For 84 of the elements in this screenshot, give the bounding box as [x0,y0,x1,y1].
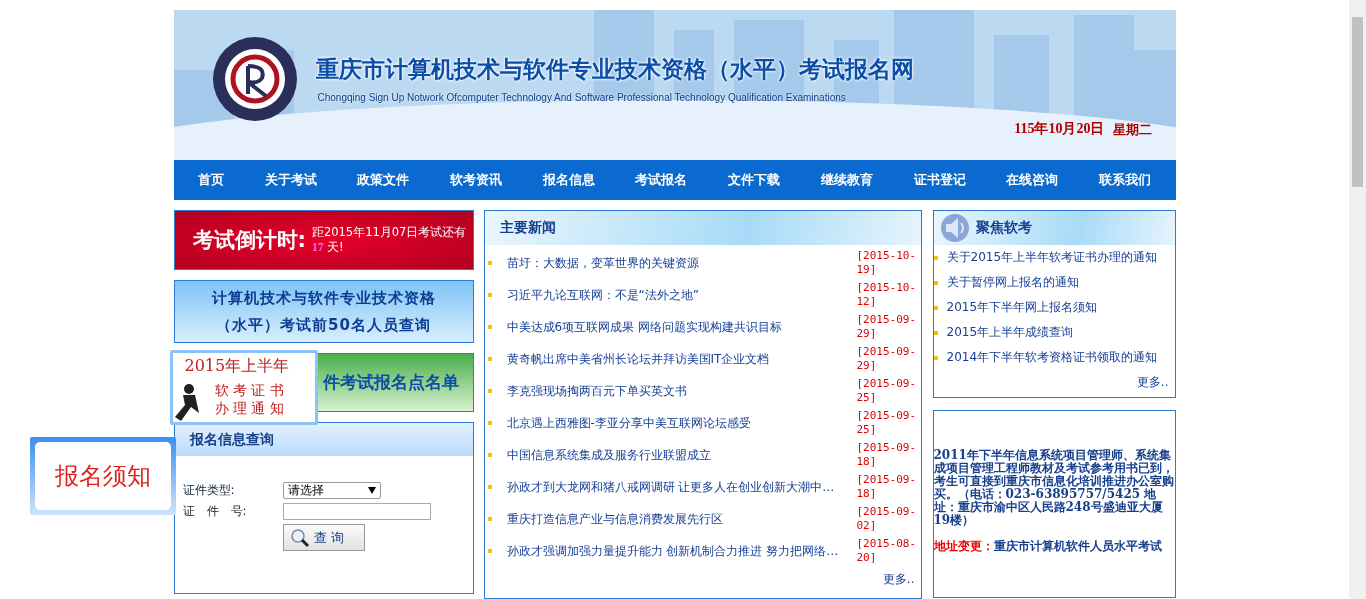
banner-text: 计算机技术与软件专业技术资格 [211,288,436,308]
notice-float-text: 报名须知 [54,461,151,492]
id-number-field[interactable] [282,503,431,520]
nav-link[interactable]: 继续教育 [814,167,879,193]
news-date: [2015-09-18] [856,441,918,469]
focus-link[interactable]: 关于暂停网上报名的通知 [946,274,1079,291]
bullet-icon [933,305,938,310]
ad-text: 软 考 证 书 [214,382,284,400]
speaker-icon [939,213,970,243]
news-link[interactable]: 北京遇上西雅图-李亚分享中美互联网论坛感受 [506,415,751,430]
focus-link[interactable]: 2015年下半年网上报名须知 [946,299,1098,316]
panel-title: 主要新闻 [499,219,556,237]
id-type-select[interactable]: 请选择 [282,482,381,499]
news-date: [2015-09-02] [856,505,918,533]
bullet-icon [487,421,492,425]
nav-link[interactable]: 证书登记 [907,167,972,193]
more-link[interactable]: 更多.. [1136,374,1169,391]
site-subtitle: Chongqing Sign Up Notwork Ofcomputer Technology And Software Professional Technology Qualification Examinations [317,92,846,103]
countdown-text: 距2015年11月07日考试还有 17 天! [311,225,468,255]
nav-link[interactable]: 文件下载 [722,167,787,193]
nav-link[interactable]: 在线咨询 [1000,167,1065,193]
bullet-icon [487,293,492,297]
address-change-text: 重庆市计算机软件人员水平考试 [993,539,1162,553]
nav-link[interactable]: 联系我们 [1093,167,1158,193]
news-link[interactable]: 孙政才强调加强力量提升能力 创新机制合力推进 努力把网络… [506,543,839,558]
news-date: [2015-08-20] [856,537,918,565]
news-link[interactable]: 中美达成6项互联网成果 网络问题实现构建共识目标 [506,319,782,334]
focus-link[interactable]: 2015年上半年成绩查询 [946,324,1074,341]
bullet-icon [487,453,492,457]
banner-text: （水平）考试前50名人员查询 [216,315,431,335]
news-link[interactable]: 孙政才到大龙网和猪八戒网调研 让更多人在创业创新大潮中… [506,479,835,494]
news-link[interactable]: 中国信息系统集成及服务行业联盟成立 [506,447,711,462]
certificate-notice-popup[interactable]: 2015年上半年 软 考 证 书 办 理 通 知 [169,350,318,425]
panel-title: 聚焦软考 [975,219,1032,237]
bullet-icon [487,549,492,553]
news-date: [2015-10-12] [856,281,918,309]
nav-link[interactable]: 软考资讯 [444,167,508,193]
news-date: [2015-09-25] [856,409,918,437]
news-date: [2015-09-25] [856,377,918,405]
site-title: 重庆市计算机技术与软件专业技术资格（水平）考试报名网 [315,55,914,84]
more-link[interactable]: 更多.. [882,571,915,588]
bullet-icon [487,389,492,393]
news-date: [2015-09-29] [856,345,918,373]
nav-link[interactable]: 关于考试 [258,167,323,193]
bullet-icon [487,261,492,265]
news-link[interactable]: 重庆打造信息产业与信息消费发展先行区 [506,511,723,526]
countdown-title: 考试倒计时: [192,227,306,254]
top50-query-banner[interactable]: 计算机技术与软件专业技术资格 （水平）考试前50名人员查询 [173,280,474,343]
caret-icon [367,487,376,494]
search-icon [289,527,310,548]
ad-text: 2015年上半年 [184,356,290,377]
news-link[interactable]: 习近平九论互联网：不是“法外之地” [506,287,699,302]
focus-link[interactable]: 2014年下半年软考资格证书领取的通知 [946,349,1158,366]
id-number-label: 证 件 号: [181,503,248,520]
panel-title: 报名信息查询 [189,430,274,449]
notice-text: 2011年下半年信息系统项目管理师、系统集成项目管理工程师教材及考试参考用书已到，考生可直接到重庆市信息化培训推进办公室购买。（电话：023-63895757/5425 地址：重庆市渝中区人民路248号盛迪亚大厦19楼） [933,449,1175,527]
bullet-icon [487,517,492,521]
date-text: 115年10月20日 [1014,120,1105,138]
news-date: [2015-09-18] [856,473,918,501]
ad-text: 办 理 通 知 [214,400,284,418]
bullet-icon [487,325,492,329]
bullet-icon [933,355,938,360]
news-link[interactable]: 黄奇帆出席中美省州长论坛并拜访美国IT企业文档 [506,351,770,366]
id-type-label: 证件类型: [181,482,236,499]
bullet-icon [933,280,938,285]
focus-link[interactable]: 关于2015年上半年软考证书办理的通知 [946,249,1158,266]
scrollbar[interactable] [1349,0,1366,599]
nav-link[interactable]: 考试报名 [629,167,694,193]
news-link[interactable]: 李克强现场掏两百元下单买英文书 [506,383,687,398]
nav-link[interactable]: 政策文件 [351,167,416,193]
bullet-icon [933,330,938,335]
logo-icon [211,36,298,122]
nav-link[interactable]: 首页 [191,167,230,193]
registration-notice-float[interactable]: 报名须知 [29,437,176,515]
bullet-icon [933,255,938,260]
news-link[interactable]: 苗圩：大数据，变革世界的关键资源 [506,255,699,270]
weekday-text: 星期二 [1112,121,1152,139]
news-date: [2015-09-29] [856,313,918,341]
bullet-icon [487,485,492,489]
query-button[interactable]: 查 询 [282,524,365,551]
news-date: [2015-10-19] [856,249,918,277]
nav-link[interactable]: 报名信息 [536,167,601,193]
address-change-label: 地址变更： [933,539,994,553]
bullet-icon [487,357,492,361]
